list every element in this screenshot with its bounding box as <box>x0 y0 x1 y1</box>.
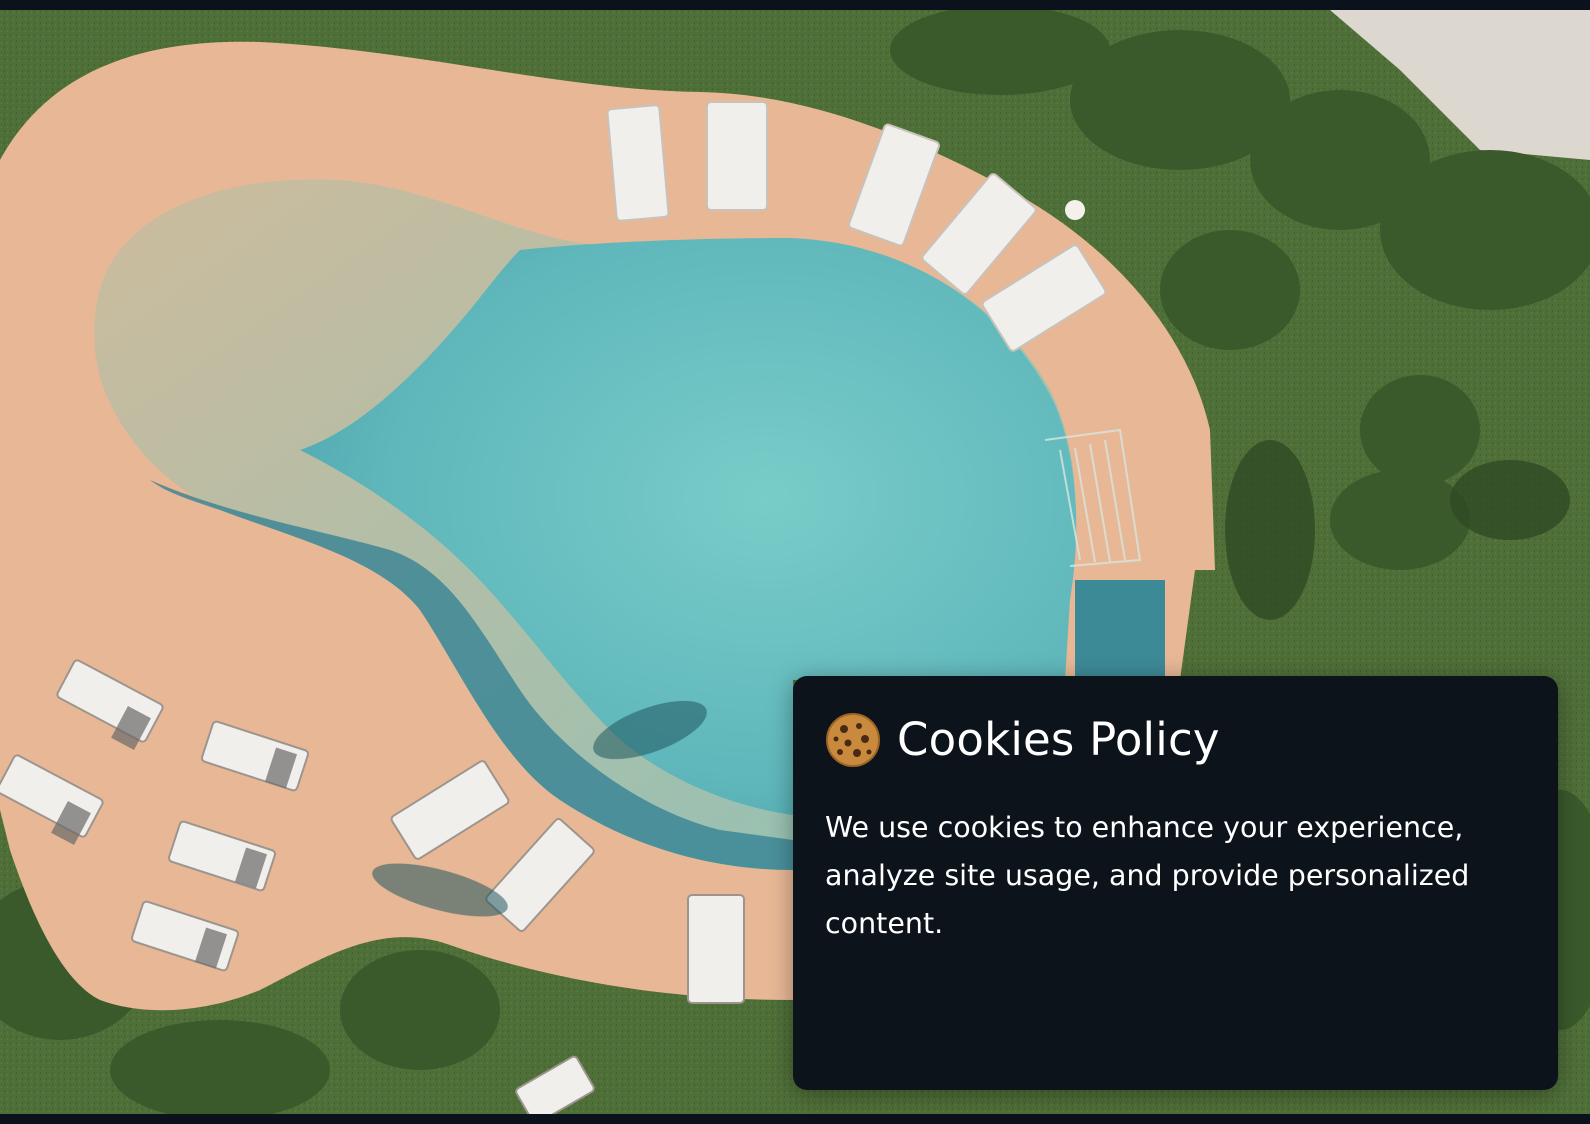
cookie-banner-title: Cookies Policy <box>897 713 1220 767</box>
cookie-banner-header: Cookies Policy <box>825 712 1526 768</box>
page: Cookies Policy We use cookies to enhance… <box>0 0 1590 1124</box>
cookie-icon <box>825 712 881 768</box>
cookie-banner-message: We use cookies to enhance your experienc… <box>825 811 1470 940</box>
cookie-banner: Cookies Policy We use cookies to enhance… <box>793 676 1558 1090</box>
